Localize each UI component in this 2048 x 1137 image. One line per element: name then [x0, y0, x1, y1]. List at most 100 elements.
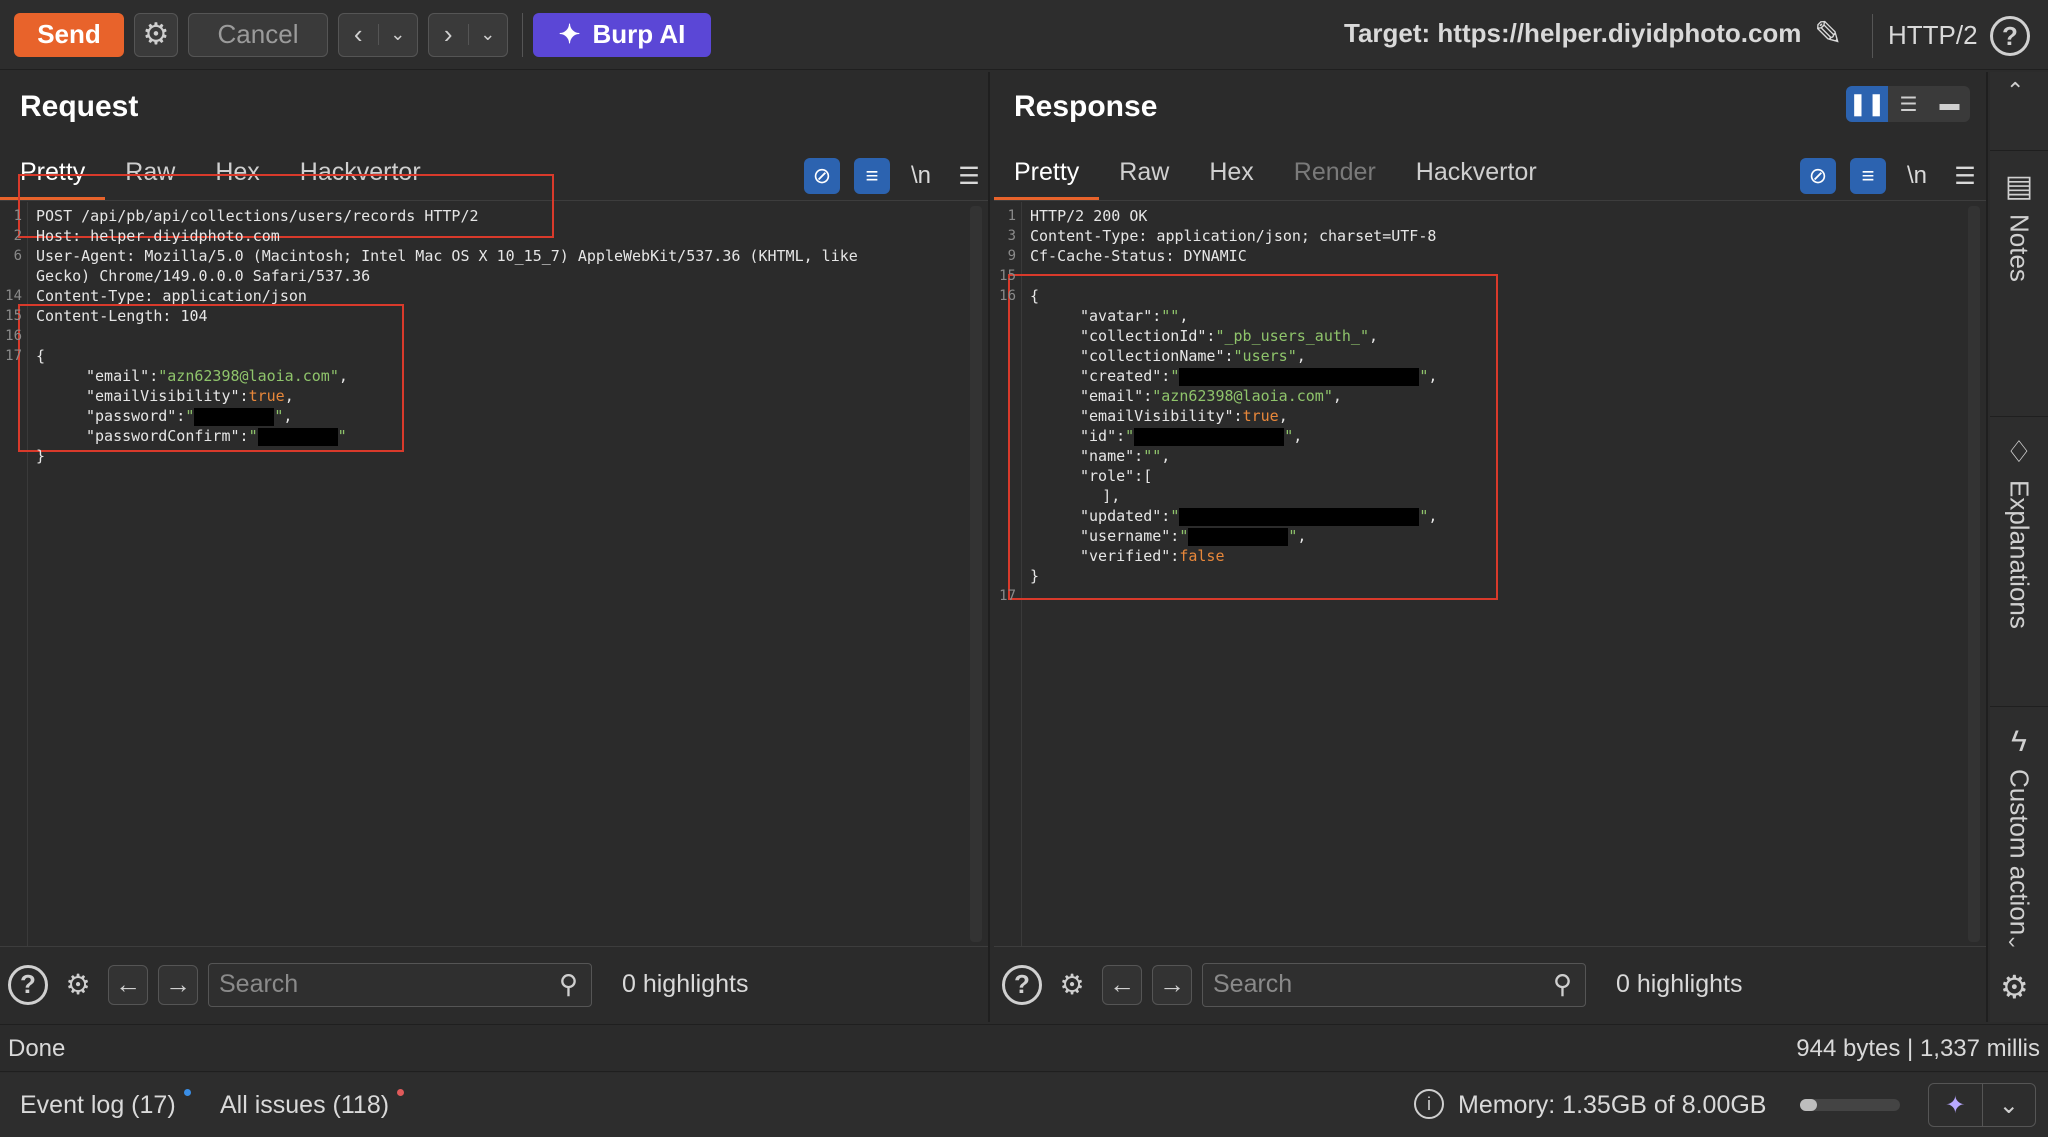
request-editor-tools: ⊘ ≡ \n ☰	[804, 152, 986, 200]
code-line: 17	[994, 586, 1986, 606]
json-punct: ,	[283, 407, 293, 425]
code-text: Content-Length: 104	[36, 307, 208, 325]
response-tab-render[interactable]: Render	[1274, 152, 1396, 200]
gear-icon[interactable]: ⚙	[1052, 965, 1092, 1005]
chevron-down-icon[interactable]: ⌄	[377, 24, 418, 45]
hide-nonprintable-eye-icon[interactable]: ⊘	[1800, 158, 1836, 194]
hide-nonprintable-eye-icon[interactable]: ⊘	[804, 158, 840, 194]
chevron-down-icon[interactable]: ⌄	[467, 24, 508, 45]
code-line: "email":"azn62398@laoia.com",	[994, 386, 1986, 406]
chevron-right-icon[interactable]: ›	[429, 19, 468, 50]
json-punct: ,	[1428, 507, 1438, 525]
response-editor[interactable]: 1 HTTP/2 200 OK 3 Content-Type: application…	[994, 202, 1986, 946]
history-forward-button[interactable]: › ⌄	[428, 12, 508, 57]
chevron-left-icon[interactable]: ‹	[339, 19, 378, 50]
response-tab-hex[interactable]: Hex	[1189, 152, 1273, 200]
sidebar-item-explanations[interactable]: ♢ Explanations	[1990, 416, 2048, 706]
line-number: 17	[999, 588, 1016, 604]
word-wrap-icon[interactable]: ≡	[854, 158, 890, 194]
json-punct: [	[1143, 467, 1153, 485]
line-number: 2	[13, 228, 22, 244]
arrow-left-icon[interactable]: ←	[1102, 964, 1142, 1005]
code-text: Content-Type: application/json	[36, 287, 307, 305]
line-number: 16	[999, 288, 1016, 304]
info-icon[interactable]: i	[1414, 1089, 1444, 1119]
menu-icon[interactable]: ☰	[1948, 162, 1982, 191]
response-title: Response	[1014, 90, 1158, 123]
layout-split-rows-icon[interactable]: ☰	[1888, 86, 1929, 122]
response-size-timing: 944 bytes | 1,337 millis	[1796, 1035, 2040, 1062]
code-line: "id":" ",	[994, 426, 1986, 446]
arrow-left-icon[interactable]: ←	[108, 964, 148, 1005]
code-text: "updated":" ",	[1080, 506, 1437, 526]
sparkle-icon[interactable]: ✦	[1929, 1084, 1982, 1126]
code-line: "updated":" ",	[994, 506, 1986, 526]
code-line: }	[0, 446, 988, 466]
request-search: ⚲	[208, 962, 592, 1007]
cancel-button[interactable]: Cancel	[188, 12, 328, 57]
menu-icon[interactable]: ☰	[952, 162, 986, 191]
request-editor[interactable]: 1 POST /api/pb/api/collections/users/reco…	[0, 174, 988, 946]
code-text: "created":" ",	[1080, 366, 1437, 386]
code-text: "role":[	[1080, 466, 1152, 486]
send-button[interactable]: Send	[14, 12, 124, 57]
code-text: POST /api/pb/api/collections/users/recor…	[36, 207, 479, 225]
json-string: "	[1170, 507, 1180, 525]
line-number: 6	[13, 248, 22, 264]
event-log-link[interactable]: Event log (17)	[20, 1091, 176, 1120]
response-tab-pretty[interactable]: Pretty	[994, 152, 1100, 200]
send-settings-gear-icon[interactable]: ⚙	[134, 12, 178, 57]
burp-repeater-window: Send ⚙ Cancel ‹ ⌄ › ⌄ ✦ Burp AI Target: htt…	[0, 0, 2048, 1137]
all-issues-link[interactable]: All issues (118)	[220, 1091, 389, 1120]
show-newlines-toggle[interactable]: \n	[1900, 162, 1934, 190]
gear-icon[interactable]: ⚙	[2000, 968, 2029, 1006]
json-string: ""	[1143, 447, 1162, 465]
request-pane: Request Pretty Raw Hex Hackvertor ⊘ ≡ \n…	[0, 72, 990, 1022]
help-icon[interactable]: ?	[1990, 16, 2030, 56]
code-text: "collectionId":"_pb_users_auth_",	[1080, 326, 1378, 346]
gear-icon[interactable]: ⚙	[58, 965, 98, 1005]
burp-ai-button[interactable]: ✦ Burp AI	[533, 12, 711, 57]
toolbar-divider	[1872, 14, 1873, 58]
protocol-label[interactable]: HTTP/2	[1888, 20, 1978, 51]
code-text: "verified":false	[1080, 546, 1225, 566]
history-back-button[interactable]: ‹ ⌄	[338, 12, 418, 57]
arrow-right-icon[interactable]: →	[158, 964, 198, 1005]
line-number: 17	[5, 348, 22, 364]
code-line: 16	[0, 326, 988, 346]
response-pane: Response ❚❚ ☰ ▬ Pretty Raw Hex Render Ha…	[994, 72, 1988, 1022]
code-text: "name":"",	[1080, 446, 1170, 466]
event-log-indicator-dot	[184, 1089, 191, 1096]
line-number: 3	[1007, 228, 1016, 244]
sidebar-item-custom-action[interactable]: ϟ Custom action	[1990, 706, 2048, 1006]
json-string: "users"	[1233, 347, 1297, 365]
response-tab-hackvertor[interactable]: Hackvertor	[1396, 152, 1557, 200]
code-text: "passwordConfirm":" "	[86, 426, 347, 446]
help-icon[interactable]: ?	[8, 964, 48, 1005]
chevron-down-icon[interactable]: ⌄	[1981, 1084, 2036, 1126]
show-newlines-toggle[interactable]: \n	[904, 162, 938, 190]
line-number: 16	[5, 328, 22, 344]
search-icon[interactable]: ⚲	[559, 969, 578, 1000]
word-wrap-icon[interactable]: ≡	[1850, 158, 1886, 194]
edit-target-pencil-icon[interactable]: ✎	[1814, 14, 1843, 54]
help-icon[interactable]: ?	[1002, 964, 1042, 1005]
json-key: "avatar":	[1080, 307, 1162, 325]
chevron-left-icon[interactable]: ‹	[2008, 928, 2015, 954]
sidebar-item-label: Custom action	[2004, 769, 2035, 936]
code-line: "emailVisibility":true,	[994, 406, 1986, 426]
layout-tabs-icon[interactable]: ▬	[1929, 86, 1970, 122]
request-search-input[interactable]	[208, 962, 592, 1007]
response-search-input[interactable]	[1202, 962, 1586, 1007]
collapse-sidebar-icon[interactable]: ⌃	[2006, 78, 2024, 104]
layout-split-columns-icon[interactable]: ❚❚	[1846, 86, 1888, 122]
json-key: "password":	[86, 407, 186, 425]
code-line: }	[994, 566, 1986, 586]
arrow-right-icon[interactable]: →	[1152, 964, 1192, 1005]
json-string: "	[1170, 367, 1180, 385]
sidebar-item-notes[interactable]: ▤ Notes	[1990, 150, 2048, 416]
search-icon[interactable]: ⚲	[1553, 969, 1572, 1000]
ai-menu-button[interactable]: ✦ ⌄	[1928, 1083, 2036, 1127]
response-tab-raw[interactable]: Raw	[1099, 152, 1189, 200]
sidebar-item-label: Explanations	[2004, 480, 2035, 629]
